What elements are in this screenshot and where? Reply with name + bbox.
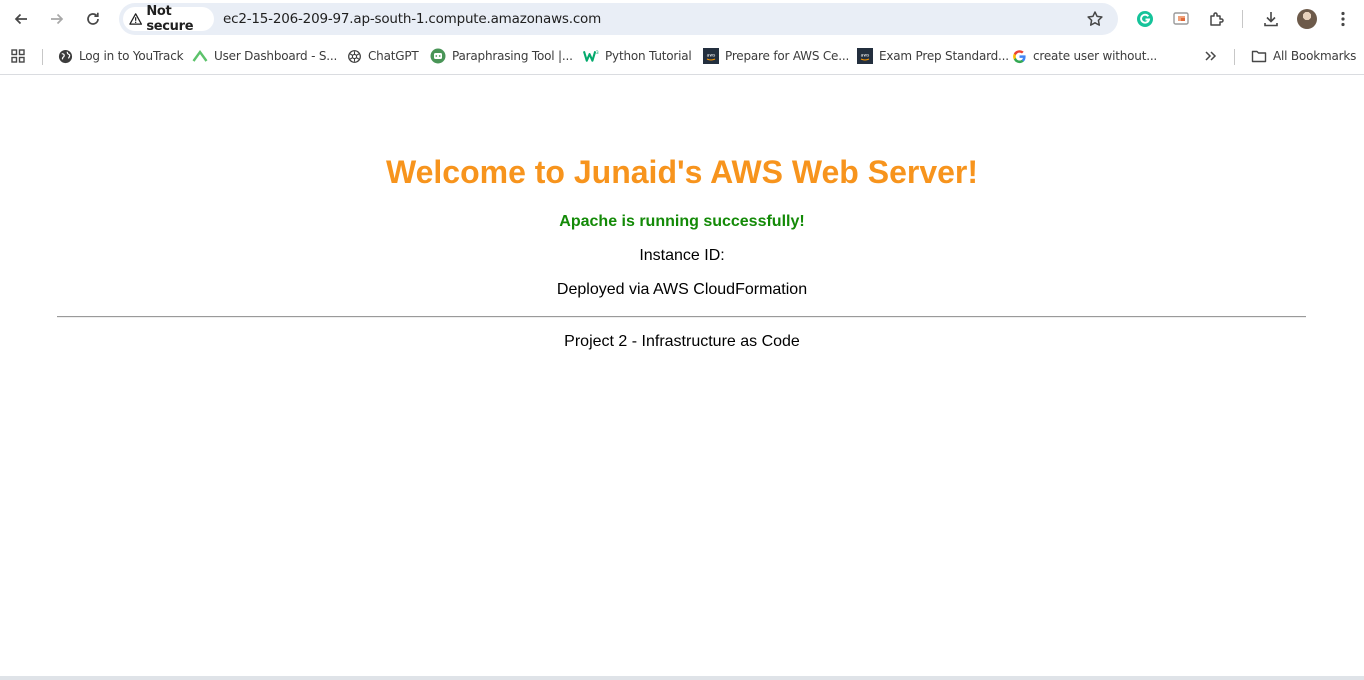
horizontal-divider	[57, 316, 1306, 318]
browser-toolbar: Not secure ec2-15-206-209-97.ap-south-1.…	[0, 0, 1364, 38]
back-arrow-icon	[14, 13, 27, 25]
reload-icon	[87, 12, 99, 25]
instance-id-label: Instance ID:	[639, 247, 725, 264]
toolbar-divider	[1242, 10, 1243, 28]
google-icon	[1011, 48, 1027, 64]
project-footer: Project 2 - Infrastructure as Code	[564, 333, 800, 350]
bookmarks-divider	[1234, 49, 1235, 65]
quillbot-icon	[430, 48, 446, 64]
svg-text:aws: aws	[707, 54, 716, 59]
bookmark-item[interactable]: Paraphrasing Tool |...	[430, 45, 573, 67]
address-bar[interactable]: Not secure ec2-15-206-209-97.ap-south-1.…	[119, 3, 1118, 35]
warning-triangle-icon	[129, 13, 143, 25]
aws-icon: aws	[703, 48, 719, 64]
bookmark-item[interactable]: Log in to YouTrack	[57, 45, 184, 67]
bookmark-item[interactable]: aws Exam Prep Standard...	[857, 45, 1009, 67]
security-label: Not secure	[146, 4, 194, 34]
status-message: Apache is running successfully!	[559, 213, 805, 230]
extensions-puzzle-icon[interactable]	[1206, 8, 1228, 30]
bookmark-item[interactable]: create user without...	[1011, 45, 1157, 67]
back-button[interactable]	[7, 5, 35, 33]
bookmark-item[interactable]: ChatGPT	[346, 45, 419, 67]
bookmarks-divider	[42, 49, 43, 65]
forward-button[interactable]	[43, 5, 71, 33]
url-text[interactable]: ec2-15-206-209-97.ap-south-1.compute.ama…	[223, 11, 601, 27]
deployment-info: Deployed via AWS CloudFormation	[556, 281, 808, 298]
globe-icon	[57, 48, 73, 64]
svg-text:aws: aws	[861, 54, 870, 59]
forward-arrow-icon	[51, 13, 64, 25]
folder-icon	[1251, 48, 1267, 64]
w3schools-icon: 3	[583, 48, 599, 64]
apps-grid-button[interactable]	[10, 45, 26, 67]
apps-grid-icon	[11, 49, 25, 63]
bookmark-item[interactable]: aws Prepare for AWS Ce...	[703, 45, 849, 67]
profile-avatar[interactable]	[1297, 9, 1317, 29]
window-bottom-edge	[0, 676, 1364, 680]
page-headline: Welcome to Junaid's AWS Web Server!	[385, 154, 979, 190]
bookmark-item[interactable]: 3 Python Tutorial	[583, 45, 692, 67]
bookmark-item[interactable]: User Dashboard - S...	[192, 45, 337, 67]
bookmarks-bar: Log in to YouTrack User Dashboard - S...…	[0, 38, 1364, 75]
svg-text:3: 3	[596, 50, 599, 56]
double-chevron-right-icon	[1205, 51, 1217, 61]
downloads-icon[interactable]	[1260, 8, 1282, 30]
reload-button[interactable]	[79, 5, 107, 33]
grammarly-extension-icon[interactable]	[1134, 8, 1156, 30]
chevron-logo-icon	[192, 48, 208, 64]
cast-extension-icon[interactable]	[1170, 8, 1192, 30]
bookmark-star-icon[interactable]	[1086, 10, 1104, 28]
more-bookmarks-button[interactable]	[1203, 45, 1217, 67]
all-bookmarks-button[interactable]: All Bookmarks	[1251, 45, 1356, 67]
chatgpt-icon	[346, 48, 362, 64]
browser-menu-icon[interactable]	[1332, 8, 1354, 30]
aws-icon: aws	[857, 48, 873, 64]
web-page-content: Welcome to Junaid's AWS Web Server! Apac…	[0, 75, 1364, 678]
security-chip[interactable]: Not secure	[123, 4, 214, 34]
